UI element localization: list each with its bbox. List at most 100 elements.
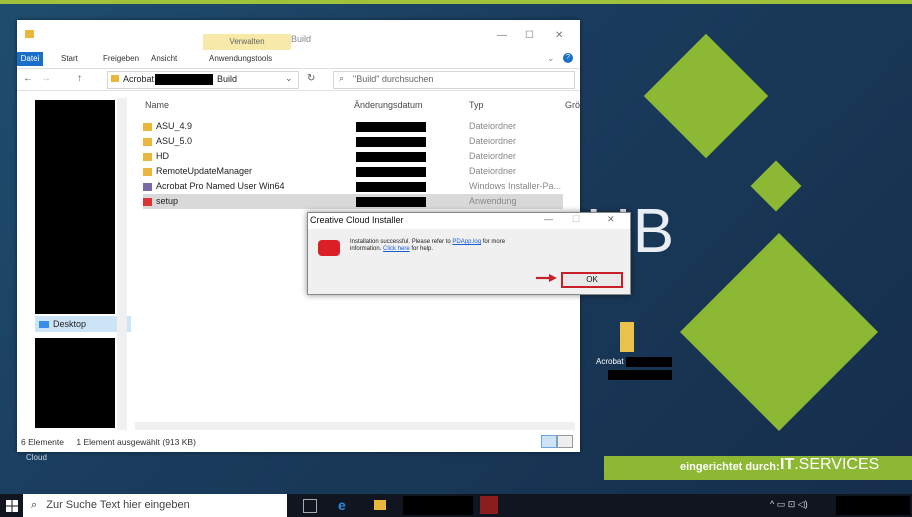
chevron-down-icon[interactable]: ⌄ (547, 53, 555, 64)
redaction (356, 152, 426, 162)
horizontal-scrollbar[interactable] (135, 422, 575, 430)
column-type[interactable]: Typ (469, 100, 484, 110)
redaction (155, 74, 213, 85)
redaction (403, 496, 473, 515)
creative-cloud-dialog: Creative Cloud Installer — ☐ ✕ Installat… (307, 212, 631, 295)
back-icon[interactable]: ← (23, 73, 33, 84)
desktop-icon (39, 321, 49, 329)
manage-tab[interactable]: Verwalten (203, 34, 291, 50)
file-type: Dateiordner (469, 166, 517, 176)
close-icon[interactable]: ✕ (607, 214, 615, 225)
maximize-icon[interactable]: ☐ (525, 30, 534, 41)
banner-brand: IT.SERVICES (780, 456, 880, 473)
redaction (356, 197, 426, 207)
tab-anwendungstools[interactable]: Anwendungstools (209, 52, 272, 66)
task-view-icon[interactable] (303, 499, 317, 513)
system-tray-icons[interactable]: ^ ▭ ⊡ ◁) (770, 499, 808, 510)
help-link[interactable]: Click here (383, 246, 410, 252)
help-icon[interactable]: ? (563, 53, 573, 63)
file-type: Windows Installer-Pa... (469, 181, 562, 191)
file-name: HD (156, 151, 169, 161)
folder-icon (143, 167, 152, 176)
close-icon[interactable]: ✕ (555, 30, 563, 41)
redaction (356, 137, 426, 147)
folder-icon (143, 137, 152, 146)
behind-window-label: Cloud (26, 453, 47, 462)
file-type: Anwendung (469, 196, 517, 206)
file-explorer-icon[interactable] (374, 500, 386, 510)
taskbar-search-input[interactable]: ⌕ Zur Suche Text hier eingeben (23, 494, 287, 517)
tab-start[interactable]: Start (61, 52, 78, 66)
column-name[interactable]: Name (145, 100, 169, 110)
pdapp-log-link[interactable]: PDApp.log (452, 239, 481, 245)
dialog-title: Creative Cloud Installer (310, 215, 404, 225)
edge-icon[interactable]: e (338, 497, 346, 513)
arrow-right-icon (536, 274, 557, 282)
file-type: Dateiordner (469, 136, 517, 146)
redaction (35, 338, 115, 428)
ok-button[interactable]: OK (561, 272, 623, 288)
tiles-view-icon[interactable] (557, 435, 573, 448)
taskbar: ⌕ Zur Suche Text hier eingeben e ^ ▭ ⊡ ◁… (0, 494, 912, 517)
top-accent-bar (0, 0, 912, 4)
column-date[interactable]: Änderungsdatum (354, 100, 423, 110)
file-row[interactable]: ASU_5.0 Dateiordner (143, 134, 563, 149)
redaction (356, 122, 426, 132)
file-row[interactable]: HD Dateiordner (143, 149, 563, 164)
file-type: Dateiordner (469, 151, 517, 161)
creative-cloud-taskbar-icon[interactable] (480, 496, 498, 514)
file-row[interactable]: ASU_4.9 Dateiordner (143, 119, 563, 134)
app-icon (143, 197, 152, 206)
file-row-selected[interactable]: setup Anwendung (143, 194, 563, 209)
search-icon: ⌕ (31, 499, 38, 511)
address-root[interactable]: Acrobat (123, 74, 154, 84)
redaction (626, 357, 672, 367)
tab-freigeben[interactable]: Freigeben (103, 52, 139, 66)
search-icon: ⌕ (339, 73, 345, 83)
status-count: 6 Elemente (21, 437, 64, 447)
ribbon-tabs (17, 50, 580, 69)
minimize-icon[interactable]: — (497, 30, 507, 41)
minimize-icon[interactable]: — (544, 214, 553, 224)
chevron-down-icon[interactable]: ⌄ (285, 73, 293, 84)
creative-cloud-icon (318, 240, 340, 256)
tab-datei[interactable]: Datei (17, 52, 43, 66)
folder-icon (143, 152, 152, 161)
redaction (836, 496, 910, 515)
details-view-icon[interactable] (541, 435, 557, 448)
desktop-icon-label: Acrobat (596, 357, 624, 366)
dialog-message: Installation successful. Please refer to… (350, 239, 506, 252)
redaction (608, 370, 672, 380)
installer-icon (143, 182, 152, 191)
nav-desktop-label: Desktop (53, 319, 87, 329)
file-name: ASU_4.9 (156, 121, 193, 131)
file-name: setup (156, 196, 179, 206)
nav-scrollbar[interactable] (117, 98, 127, 430)
search-placeholder: "Build" durchsuchen (353, 74, 434, 84)
status-selected: 1 Element ausgewählt (913 KB) (76, 437, 196, 447)
tab-ansicht[interactable]: Ansicht (151, 52, 177, 66)
column-size[interactable]: Grö (565, 100, 580, 110)
folder-zip-icon[interactable] (620, 322, 634, 352)
address-current[interactable]: Build (217, 74, 237, 84)
file-name: ASU_5.0 (156, 136, 193, 146)
file-name: RemoteUpdateManager (156, 166, 253, 176)
file-row[interactable]: Acrobat Pro Named User Win64 Windows Inst… (143, 179, 563, 194)
forward-icon[interactable]: → (41, 73, 51, 84)
folder-icon (143, 122, 152, 131)
redaction (356, 167, 426, 177)
file-type: Dateiordner (469, 121, 517, 131)
taskbar-search-placeholder: Zur Suche Text hier eingeben (46, 499, 190, 511)
banner-label: eingerichtet durch: (680, 461, 780, 473)
quick-access-icon[interactable] (25, 30, 34, 38)
file-row[interactable]: RemoteUpdateManager Dateiordner (143, 164, 563, 179)
refresh-icon[interactable]: ↻ (307, 73, 315, 84)
maximize-icon: ☐ (572, 214, 581, 224)
windows-start-icon[interactable] (6, 500, 18, 512)
redaction (35, 100, 115, 314)
status-bar: 6 Elemente 1 Element ausgewählt (913 KB) (17, 432, 580, 452)
window-title: Build (291, 34, 312, 44)
redaction (356, 182, 426, 192)
up-icon[interactable]: ↑ (77, 73, 82, 84)
folder-icon (111, 75, 119, 82)
